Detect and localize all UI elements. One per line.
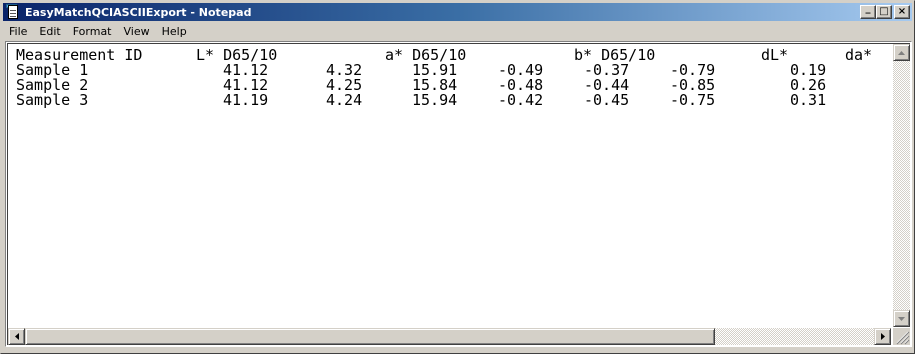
scroll-down-button[interactable]	[893, 310, 910, 327]
cell-value: -0.75	[670, 91, 716, 109]
triangle-up-icon	[898, 50, 905, 55]
cell-value: 0.31	[790, 91, 827, 109]
header-da-star: da*	[845, 46, 873, 64]
text-editor[interactable]: Measurement ID L* D65/10 a* D65/10 b* D6…	[5, 41, 912, 347]
scroll-right-button[interactable]	[874, 328, 891, 345]
menu-edit[interactable]: Edit	[33, 23, 66, 40]
maximize-icon: □	[879, 6, 889, 17]
scroll-left-button[interactable]	[8, 328, 25, 345]
triangle-left-icon	[14, 333, 19, 340]
document-text-area[interactable]: Measurement ID L* D65/10 a* D65/10 b* D6…	[8, 44, 891, 327]
window-title: EasyMatchQCIASCIIExport - Notepad	[25, 5, 252, 19]
close-icon: ×	[897, 6, 907, 17]
scroll-up-button[interactable]	[893, 44, 910, 61]
cell-value: 41.19	[223, 91, 269, 109]
data-row: Sample 3 41.19 4.24 15.94 -0.42 -0.45 -0…	[16, 91, 826, 109]
horizontal-scroll-thumb[interactable]	[25, 328, 715, 345]
triangle-right-icon	[880, 333, 885, 340]
minimize-button[interactable]: _	[860, 3, 876, 19]
notepad-window: EasyMatchQCIASCIIExport - Notepad _ □ × …	[0, 0, 915, 354]
close-button[interactable]: ×	[894, 5, 910, 19]
window-controls: _ □ ×	[860, 3, 910, 19]
menu-help[interactable]: Help	[156, 23, 193, 40]
triangle-down-icon	[898, 316, 905, 321]
cell-value: 15.94	[412, 91, 458, 109]
cell-value: -0.45	[584, 91, 630, 109]
maximize-button[interactable]: □	[876, 5, 892, 19]
cell-value: -0.42	[498, 91, 544, 109]
resize-grip-icon	[896, 331, 910, 345]
title-bar[interactable]: EasyMatchQCIASCIIExport - Notepad _ □ ×	[3, 3, 912, 21]
horizontal-scrollbar[interactable]	[8, 328, 891, 345]
size-grip[interactable]	[893, 328, 910, 345]
header-dl-star: dL*	[761, 46, 789, 64]
cell-value: 4.24	[326, 91, 363, 109]
menu-view[interactable]: View	[118, 23, 156, 40]
minimize-icon: _	[865, 3, 871, 14]
notepad-icon[interactable]	[5, 4, 21, 20]
menu-file[interactable]: File	[3, 23, 33, 40]
vertical-scrollbar[interactable]	[893, 44, 910, 327]
menu-format[interactable]: Format	[67, 23, 118, 40]
row-id: Sample 3	[16, 91, 89, 109]
menu-bar: File Edit Format View Help	[3, 22, 912, 40]
